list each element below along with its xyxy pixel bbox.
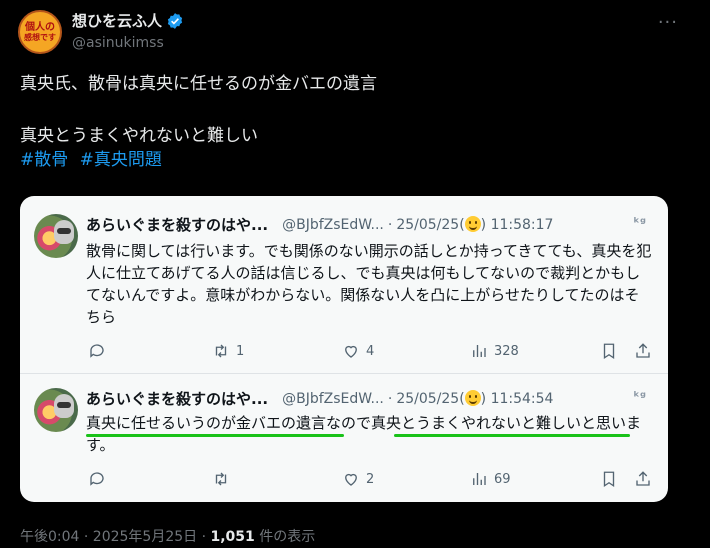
author-display-name[interactable]: 想ひを云ふ人 [72, 10, 162, 31]
share-icon [636, 471, 650, 486]
reply-separator: · [387, 390, 393, 407]
verified-badge-icon [167, 12, 183, 29]
app-logo-icon: ᵏᵍ [633, 390, 646, 405]
like-count: 2 [366, 471, 375, 487]
like-count: 4 [366, 343, 375, 359]
reply-author-handle: @BJbfZsEdW... [282, 216, 384, 233]
retweet-count: 1 [236, 343, 245, 359]
reply-action [88, 470, 112, 488]
author-avatar[interactable]: 個人の 感想です [18, 10, 62, 54]
heart-icon [345, 345, 357, 358]
reply-author-handle: @BJbfZsEdW... [282, 390, 384, 407]
reply-date-prefix: 25/05/25( [396, 391, 465, 407]
view-count-label: 件の表示 [254, 529, 316, 545]
heart-icon [345, 473, 357, 486]
views-action: 69 [470, 470, 511, 488]
hashtag-link[interactable]: #真央問題 [80, 150, 162, 170]
share-action [634, 470, 652, 488]
post-timestamp[interactable]: 午後0:04 · 2025年5月25日 · [20, 529, 211, 545]
reply-icon [90, 344, 104, 358]
bookmark-action [600, 470, 618, 488]
reply-date-suffix: ) 11:54:54 [480, 391, 554, 407]
reply-actions: 2 69 [88, 470, 650, 490]
reply-icon [90, 472, 104, 486]
views-icon [473, 345, 486, 357]
retweet-action: 1 [212, 342, 244, 360]
reply-avatar [34, 214, 78, 258]
views-count: 69 [494, 471, 511, 487]
bookmark-icon [603, 343, 615, 360]
quoted-reply: あらいぐまを殺すのはや... @BJbfZsEdW... · 25/05/25(… [20, 196, 668, 374]
more-options-icon[interactable]: ··· [658, 12, 678, 33]
avatar-text-1: 個人の [25, 21, 55, 33]
post-header: 個人の 感想です 想ひを云ふ人 @asinukimss ··· [16, 8, 694, 56]
reply-date-prefix: 25/05/25( [396, 217, 465, 233]
highlight-underline [394, 434, 630, 437]
post-text-line-1: 真央氏、散骨は真央に任せるのが金バエの遺言 [20, 74, 377, 94]
hashtag-link[interactable]: #散骨 [20, 150, 68, 170]
highlight-underline [86, 434, 344, 437]
post-text: 真央氏、散骨は真央に任せるのが金バエの遺言 真央とうまくやれないと難しい #散骨… [20, 72, 690, 172]
reply-action [88, 342, 112, 360]
retweet-icon [215, 344, 227, 358]
author-handle[interactable]: @asinukimss [72, 35, 164, 51]
post-text-line-2: 真央とうまくやれないと難しい [20, 126, 258, 146]
bookmark-icon [603, 471, 615, 488]
reply-body: 散骨に関しては行います。でも関係のない開示の話しとか持ってきてても、真央を犯人に… [86, 242, 652, 326]
post-metadata: 午後0:04 · 2025年5月25日 · 1,051 件の表示 [20, 526, 315, 546]
reply-separator: · [387, 216, 393, 233]
reply-header: あらいぐまを殺すのはや... @BJbfZsEdW... · 25/05/25(… [86, 214, 553, 235]
reply-actions: 1 4 328 [88, 342, 650, 362]
reply-header: あらいぐまを殺すのはや... @BJbfZsEdW... · 25/05/25(… [86, 388, 553, 409]
reply-date: 25/05/25( ) 11:54:54 [396, 390, 553, 407]
views-count: 328 [494, 343, 519, 359]
reply-author-name: あらいぐまを殺すのはや... [86, 216, 269, 234]
reply-date-suffix: ) 11:58:17 [480, 217, 554, 233]
quoted-reply: あらいぐまを殺すのはや... @BJbfZsEdW... · 25/05/25(… [20, 374, 668, 502]
views-action: 328 [470, 342, 519, 360]
reply-avatar [34, 388, 78, 432]
bookmark-action [600, 342, 618, 360]
embedded-screenshot-card: あらいぐまを殺すのはや... @BJbfZsEdW... · 25/05/25(… [20, 196, 668, 502]
author-name-row: 想ひを云ふ人 [72, 10, 184, 31]
app-logo-icon: ᵏᵍ [633, 216, 646, 231]
reply-date: 25/05/25( ) 11:58:17 [396, 216, 553, 233]
hashtags: #散骨 #真央問題 [20, 148, 690, 172]
views-icon [473, 473, 486, 485]
smile-emoji-icon [464, 390, 481, 406]
retweet-icon [215, 472, 227, 486]
like-action: 2 [342, 470, 374, 488]
like-action: 4 [342, 342, 374, 360]
share-action [634, 342, 652, 360]
smile-emoji-icon [464, 216, 481, 232]
avatar-text-2: 感想です [24, 32, 56, 42]
view-count: 1,051 [210, 529, 255, 545]
share-icon [636, 343, 650, 358]
retweet-action [212, 470, 236, 488]
reply-author-name: あらいぐまを殺すのはや... [86, 390, 269, 408]
